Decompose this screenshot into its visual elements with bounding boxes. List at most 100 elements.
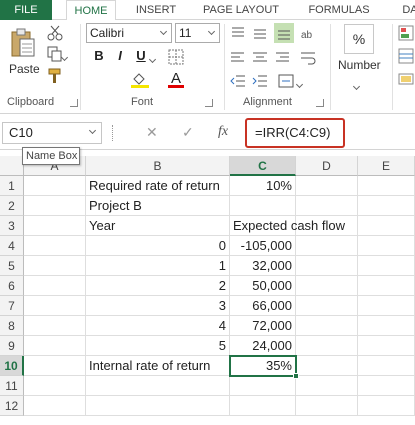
cell-b3[interactable]: Year <box>86 216 230 236</box>
empty-cell[interactable] <box>296 336 358 356</box>
empty-cell[interactable] <box>296 256 358 276</box>
decrease-indent-icon[interactable] <box>230 73 246 89</box>
empty-cell[interactable] <box>24 176 86 196</box>
row-header[interactable]: 4 <box>0 236 24 256</box>
empty-cell[interactable] <box>24 316 86 336</box>
tab-file[interactable]: FILE <box>0 0 52 20</box>
empty-cell[interactable] <box>24 396 86 416</box>
cell-b1[interactable]: Required rate of return <box>86 176 230 196</box>
cell-b6[interactable]: 2 <box>86 276 230 296</box>
empty-cell[interactable] <box>24 236 86 256</box>
borders-icon[interactable] <box>168 49 184 65</box>
empty-cell[interactable] <box>86 396 230 416</box>
select-all-corner[interactable] <box>0 156 24 176</box>
row-header[interactable]: 1 <box>0 176 24 196</box>
empty-cell[interactable] <box>358 356 415 376</box>
bold-button[interactable]: B <box>91 47 107 65</box>
align-right-icon[interactable] <box>274 50 290 66</box>
empty-cell[interactable] <box>230 376 296 396</box>
empty-cell[interactable] <box>296 296 358 316</box>
row-header[interactable]: 8 <box>0 316 24 336</box>
empty-cell[interactable] <box>358 196 415 216</box>
row-header[interactable]: 12 <box>0 396 24 416</box>
worksheet-grid[interactable]: A B C D E 1 2 3 4 5 6 7 8 9 10 11 12 Req… <box>0 156 415 425</box>
tab-formulas[interactable]: FORMULAS <box>300 0 378 20</box>
empty-cell[interactable] <box>230 396 296 416</box>
cell-c10-selected[interactable]: 35% <box>229 355 297 377</box>
empty-cell[interactable] <box>24 376 86 396</box>
number-dropdown-icon[interactable] <box>352 78 370 94</box>
empty-cell[interactable] <box>296 376 358 396</box>
paste-button[interactable]: Paste <box>9 62 40 76</box>
align-bottom-icon[interactable] <box>274 23 294 43</box>
cut-icon[interactable] <box>47 25 63 41</box>
cell-c5[interactable]: 32,000 <box>230 256 296 276</box>
row-header[interactable]: 11 <box>0 376 24 396</box>
clipboard-launcher-icon[interactable] <box>70 99 78 107</box>
empty-cell[interactable] <box>296 356 358 376</box>
row-header[interactable]: 9 <box>0 336 24 356</box>
underline-dropdown-icon[interactable] <box>148 51 166 67</box>
empty-cell[interactable] <box>296 176 358 196</box>
cell-b2[interactable]: Project B <box>86 196 230 216</box>
cell-b10[interactable]: Internal rate of return <box>86 356 230 376</box>
empty-cell[interactable] <box>358 336 415 356</box>
cancel-icon[interactable]: ✕ <box>146 124 158 141</box>
column-header-d[interactable]: D <box>296 156 358 176</box>
enter-icon[interactable]: ✓ <box>182 124 194 141</box>
format-table-icon[interactable] <box>398 48 414 64</box>
wrap-text-icon[interactable] <box>300 50 316 66</box>
cell-c8[interactable]: 72,000 <box>230 316 296 336</box>
empty-cell[interactable] <box>296 316 358 336</box>
increase-indent-icon[interactable] <box>252 73 268 89</box>
empty-cell[interactable] <box>358 376 415 396</box>
column-header-e[interactable]: E <box>358 156 415 176</box>
empty-cell[interactable] <box>296 196 358 216</box>
empty-cell[interactable] <box>24 256 86 276</box>
cell-b4[interactable]: 0 <box>86 236 230 256</box>
fill-handle[interactable] <box>293 373 299 379</box>
conditional-format-icon[interactable] <box>398 25 414 41</box>
empty-cell[interactable] <box>358 176 415 196</box>
merge-center-icon[interactable] <box>278 73 294 89</box>
empty-cell[interactable] <box>296 276 358 296</box>
empty-cell[interactable] <box>358 236 415 256</box>
cell-b7[interactable]: 3 <box>86 296 230 316</box>
empty-cell[interactable] <box>296 236 358 256</box>
cell-b8[interactable]: 4 <box>86 316 230 336</box>
row-header-selected[interactable]: 10 <box>0 356 24 376</box>
row-header[interactable]: 3 <box>0 216 24 236</box>
empty-cell[interactable] <box>24 216 86 236</box>
copy-dropdown-icon[interactable] <box>60 49 78 65</box>
formula-bar-grip[interactable] <box>112 125 114 141</box>
align-center-icon[interactable] <box>252 50 268 66</box>
empty-cell[interactable] <box>24 276 86 296</box>
row-header[interactable]: 2 <box>0 196 24 216</box>
cell-c7[interactable]: 66,000 <box>230 296 296 316</box>
underline-button[interactable]: U <box>133 47 149 65</box>
row-header[interactable]: 6 <box>0 276 24 296</box>
cell-b5[interactable]: 1 <box>86 256 230 276</box>
cell-c3[interactable]: Expected cash flow <box>230 216 345 236</box>
empty-cell[interactable] <box>86 376 230 396</box>
row-header[interactable]: 7 <box>0 296 24 316</box>
cell-c1[interactable]: 10% <box>230 176 296 196</box>
empty-cell[interactable] <box>358 216 415 236</box>
empty-cell[interactable] <box>24 296 86 316</box>
alignment-launcher-icon[interactable] <box>316 99 324 107</box>
insert-function-icon[interactable]: fx <box>218 124 228 140</box>
empty-cell[interactable] <box>358 276 415 296</box>
column-header-b[interactable]: B <box>86 156 230 176</box>
empty-cell[interactable] <box>24 196 86 216</box>
orientation-icon[interactable]: ab <box>300 25 316 41</box>
column-header-c[interactable]: C <box>230 156 296 176</box>
tab-insert[interactable]: INSERT <box>128 0 184 20</box>
formula-input[interactable]: =IRR(C4:C9) <box>245 118 345 148</box>
empty-cell[interactable] <box>358 316 415 336</box>
format-painter-icon[interactable] <box>47 68 63 84</box>
font-size-select[interactable]: 11 <box>175 23 220 43</box>
font-name-select[interactable]: Calibri <box>86 23 172 43</box>
italic-button[interactable]: I <box>112 47 128 65</box>
copy-icon[interactable] <box>47 46 63 62</box>
cell-b9[interactable]: 5 <box>86 336 230 356</box>
